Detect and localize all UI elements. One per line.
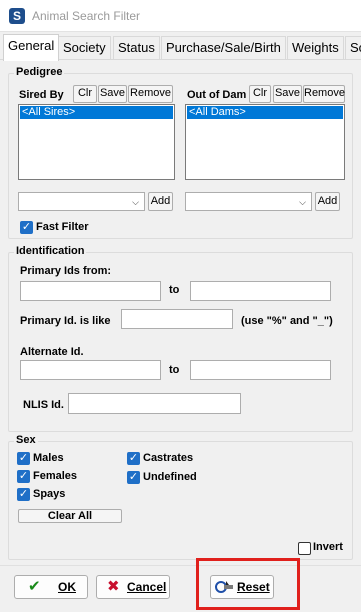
alternate-id-label: Alternate Id. [20,346,84,358]
dams-add-button[interactable]: Add [315,192,340,211]
tab-weights[interactable]: Weights [287,36,344,59]
sires-save-button[interactable]: Save [98,85,127,103]
fast-filter-checkbox[interactable]: ✓ [20,221,33,234]
alternate-id-to-input[interactable] [190,360,331,380]
out-of-dam-label: Out of Dam [187,89,247,101]
wildcard-hint: (use "%" and "_") [241,315,333,327]
primary-to-label: to [169,284,180,296]
tab-general[interactable]: General [3,34,60,61]
clear-all-button[interactable]: Clear All [18,509,122,523]
nlis-id-input[interactable] [68,393,241,414]
ok-button-label: OK [58,580,76,594]
sires-remove-button[interactable]: Remove [128,85,173,103]
chevron-down-icon: ⌵ [132,197,139,207]
males-label: Males [33,452,64,464]
dams-listbox[interactable]: <All Dams> [185,104,345,180]
invert-label: Invert [313,541,343,553]
dams-list-item-all[interactable]: <All Dams> [187,106,343,119]
spays-label: Spays [33,488,66,500]
ok-button[interactable]: ✔ OK [14,575,88,599]
dams-save-button[interactable]: Save [273,85,302,103]
castrates-checkbox[interactable]: ✓ [127,452,140,465]
tab-society[interactable]: Society [58,36,111,59]
cancel-button[interactable]: ✖ Cancel [96,575,170,599]
window-title: Animal Search Filter [32,9,141,23]
dam-select[interactable]: ⌵ [185,192,312,211]
sires-listbox[interactable]: <All Sires> [18,104,175,180]
primary-id-like-label: Primary Id. is like [20,315,111,327]
primary-id-like-input[interactable] [121,309,233,329]
alternate-to-label: to [169,364,180,376]
sires-clear-button[interactable]: Clr [73,85,97,103]
primary-id-from-input[interactable] [20,281,161,301]
sired-by-label: Sired By [19,89,64,101]
spays-checkbox[interactable]: ✓ [17,488,30,501]
app-logo-icon: S [9,8,25,24]
primary-id-to-input[interactable] [190,281,331,301]
cancel-button-label: Cancel [127,580,167,594]
alternate-id-from-input[interactable] [20,360,161,380]
females-checkbox[interactable]: ✓ [17,470,30,483]
tab-purchase-sale-birth[interactable]: Purchase/Sale/Birth [161,36,286,59]
undefined-label: Undefined [143,471,197,483]
tab-status[interactable]: Status [113,36,160,59]
sex-group-label: Sex [14,434,38,446]
nlis-id-label: NLIS Id. [23,399,64,411]
chevron-down-icon: ⌵ [299,197,306,207]
castrates-label: Castrates [143,452,194,464]
fast-filter-label: Fast Filter [36,221,89,233]
sires-add-button[interactable]: Add [148,192,173,211]
highlight-annotation-box [196,558,300,610]
sire-select[interactable]: ⌵ [18,192,145,211]
females-label: Females [33,470,78,482]
primary-ids-from-label: Primary Ids from: [20,265,112,277]
title-bar: S Animal Search Filter [0,0,361,32]
invert-checkbox[interactable] [298,542,311,555]
tab-more[interactable]: So [345,36,361,59]
checkmark-icon: ✔ [28,578,41,595]
close-x-icon: ✖ [107,578,120,595]
dams-remove-button[interactable]: Remove [303,85,345,103]
dams-clear-button[interactable]: Clr [249,85,271,103]
males-checkbox[interactable]: ✓ [17,452,30,465]
pedigree-group-label: Pedigree [14,66,65,78]
undefined-checkbox[interactable]: ✓ [127,471,140,484]
identification-group-label: Identification [14,245,87,257]
sires-list-item-all[interactable]: <All Sires> [20,106,173,119]
